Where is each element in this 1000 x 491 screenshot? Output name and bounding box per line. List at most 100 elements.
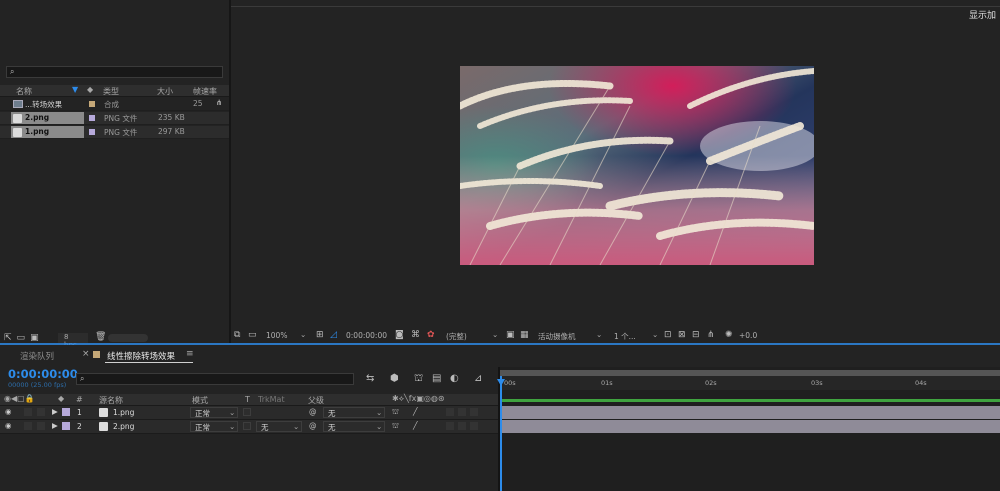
col-trkmat[interactable]: TrkMat (258, 395, 285, 404)
quality-switch-icon[interactable]: ╱ (413, 421, 418, 430)
camera-view-value[interactable]: 活动摄像机 (538, 331, 576, 342)
col-mode[interactable]: 模式 (192, 395, 208, 406)
interpret-footage-icon[interactable]: ⇱ (4, 333, 12, 343)
show-snapshot-icon[interactable]: ⌘ (411, 330, 420, 340)
sort-icon[interactable]: ▼ (72, 85, 78, 94)
playhead[interactable] (500, 376, 502, 491)
mode-dropdown[interactable]: 正常 ⌄ (190, 421, 238, 432)
channel-icon[interactable]: ✿ (427, 330, 435, 340)
shy-switch-icon[interactable]: ⛫ (392, 407, 399, 417)
project-item[interactable]: 2.png PNG 文件 235 KB (0, 112, 229, 125)
comp-label-swatch (93, 351, 100, 358)
playhead-handle[interactable] (497, 379, 505, 386)
flowchart-icon[interactable]: ⋔ (707, 330, 715, 340)
fast-preview-icon[interactable]: ⊠ (678, 330, 686, 340)
preserve-transparency-checkbox[interactable] (243, 408, 251, 416)
exposure-value[interactable]: +0.0 (739, 331, 757, 340)
label-swatch[interactable] (89, 101, 95, 107)
layer-label-swatch[interactable] (62, 422, 70, 430)
item-name: ...转场效果 (25, 100, 63, 109)
eye-icon[interactable]: ◉ (5, 407, 12, 416)
chevron-down-icon[interactable]: ⌄ (652, 330, 658, 339)
timeline-icon[interactable]: ⊟ (692, 330, 700, 340)
new-folder-icon[interactable]: ▭ (17, 333, 26, 343)
draft-3d-icon[interactable]: ⬢ (390, 373, 399, 384)
transparency-grid-icon[interactable]: ▦ (520, 330, 529, 340)
label-swatch[interactable] (89, 129, 95, 135)
project-item[interactable]: 1.png PNG 文件 297 KB (0, 126, 229, 139)
always-preview-icon[interactable]: ⧉ (234, 330, 240, 340)
current-time[interactable]: 0:00:00:00 (8, 367, 78, 381)
display-label: 显示加 (969, 11, 997, 21)
flowchart-icon[interactable]: ⋔ (216, 98, 222, 107)
label-tag-icon: ◆ (58, 394, 65, 403)
safe-zones-icon[interactable]: ⊞ (316, 330, 324, 340)
region-icon[interactable]: ▣ (506, 330, 515, 340)
trkmat-dropdown[interactable]: 无 ⌄ (256, 421, 302, 432)
pickwhip-icon[interactable]: @ (309, 407, 317, 416)
tab-composition[interactable]: 线性擦除转场效果 (107, 350, 175, 362)
project-toolbar: ⇱ ▭ ▣ 8 bpc 🗑 (4, 332, 148, 349)
zoom-value[interactable]: 100% (266, 331, 287, 340)
eye-icon[interactable]: ◉ (5, 421, 12, 430)
camera-icon[interactable]: ◙ (395, 330, 404, 340)
col-source-name[interactable]: 源名称 (99, 395, 123, 406)
item-name: 1.png (25, 127, 50, 136)
layer-row[interactable]: ◉ ▶ 2 2.png 正常 ⌄ 无 ⌄ @ 无 ⌄ ⛫ ╱ (0, 420, 498, 434)
monitor-icon[interactable]: ▭ (248, 330, 257, 340)
graph-editor-icon[interactable]: ⊿ (474, 373, 482, 384)
shy-switch-icon[interactable]: ⛫ (392, 421, 399, 431)
item-type: 合成 (104, 100, 119, 109)
col-size[interactable]: 大小 (157, 86, 173, 97)
time-ruler[interactable]: 00s 01s 02s 03s 04s (500, 376, 1000, 390)
col-name[interactable]: 名称 (16, 86, 32, 97)
thumbnail-slider[interactable] (108, 334, 148, 342)
time-graph[interactable]: 00s 01s 02s 03s 04s (497, 367, 1000, 491)
expand-icon[interactable]: ▶ (52, 421, 58, 430)
composition-icon (13, 100, 23, 108)
preserve-transparency-checkbox[interactable] (243, 422, 251, 430)
layer-name[interactable]: 1.png (113, 408, 134, 417)
chevron-down-icon[interactable]: ⌄ (596, 330, 602, 339)
layer-bar[interactable] (500, 420, 1000, 433)
motion-blur-icon[interactable]: ◐ (450, 373, 459, 384)
layer-bar[interactable] (500, 406, 1000, 419)
new-composition-icon[interactable]: ▣ (30, 333, 39, 343)
tab-render-queue[interactable]: 渲染队列 (20, 350, 54, 362)
shy-layers-icon[interactable]: ⛫ (414, 373, 423, 386)
trash-icon[interactable]: 🗑 (95, 332, 106, 342)
layer-label-swatch[interactable] (62, 408, 70, 416)
render-bar (500, 399, 1000, 402)
frame-blending-icon[interactable]: ▤ (432, 373, 441, 384)
mask-visibility-icon[interactable]: ◿ (330, 330, 337, 340)
quality-switch-icon[interactable]: ╱ (413, 407, 418, 416)
project-item[interactable]: ...转场效果 合成 25 ⋔ (0, 98, 229, 111)
parent-dropdown[interactable]: 无 ⌄ (323, 421, 385, 432)
label-swatch[interactable] (89, 115, 95, 121)
comp-mini-flowchart-icon[interactable]: ⇆ (366, 373, 374, 384)
mode-dropdown[interactable]: 正常 ⌄ (190, 407, 238, 418)
layer-name[interactable]: 2.png (113, 422, 134, 431)
composition-viewer[interactable] (460, 66, 814, 265)
col-number: # (76, 395, 83, 404)
resolution-value[interactable]: (完整) (446, 331, 467, 342)
close-icon[interactable]: × (82, 349, 90, 359)
col-parent[interactable]: 父级 (308, 395, 324, 406)
chevron-down-icon[interactable]: ⌄ (492, 330, 498, 339)
parent-dropdown[interactable]: 无 ⌄ (323, 407, 385, 418)
expand-icon[interactable]: ▶ (52, 407, 58, 416)
pickwhip-icon[interactable]: @ (309, 421, 317, 430)
menu-icon[interactable]: ≡ (186, 349, 194, 359)
views-value[interactable]: 1 个... (614, 331, 636, 342)
toggle-pixel-icon[interactable]: ⊡ (664, 330, 672, 340)
project-search-input[interactable]: ⌕ (6, 66, 223, 78)
layer-row[interactable]: ◉ ▶ 1 1.png 正常 ⌄ @ 无 ⌄ ⛫ ╱ (0, 406, 498, 420)
layer-column-header: ◉◀▢🔒 ◆ # 源名称 模式 T TrkMat 父级 ✱⟡╲fx▣◎◍⊛ (0, 394, 498, 406)
item-name: 2.png (25, 113, 50, 122)
reset-exposure-icon[interactable]: ✺ (725, 330, 733, 340)
layer-search-input[interactable]: ⌕ (76, 373, 354, 385)
chevron-down-icon[interactable]: ⌄ (300, 330, 306, 339)
current-timecode[interactable]: 0:00:00:00 (346, 331, 387, 340)
col-type[interactable]: 类型 (103, 86, 119, 97)
col-framerate[interactable]: 帧速率 (193, 86, 217, 97)
